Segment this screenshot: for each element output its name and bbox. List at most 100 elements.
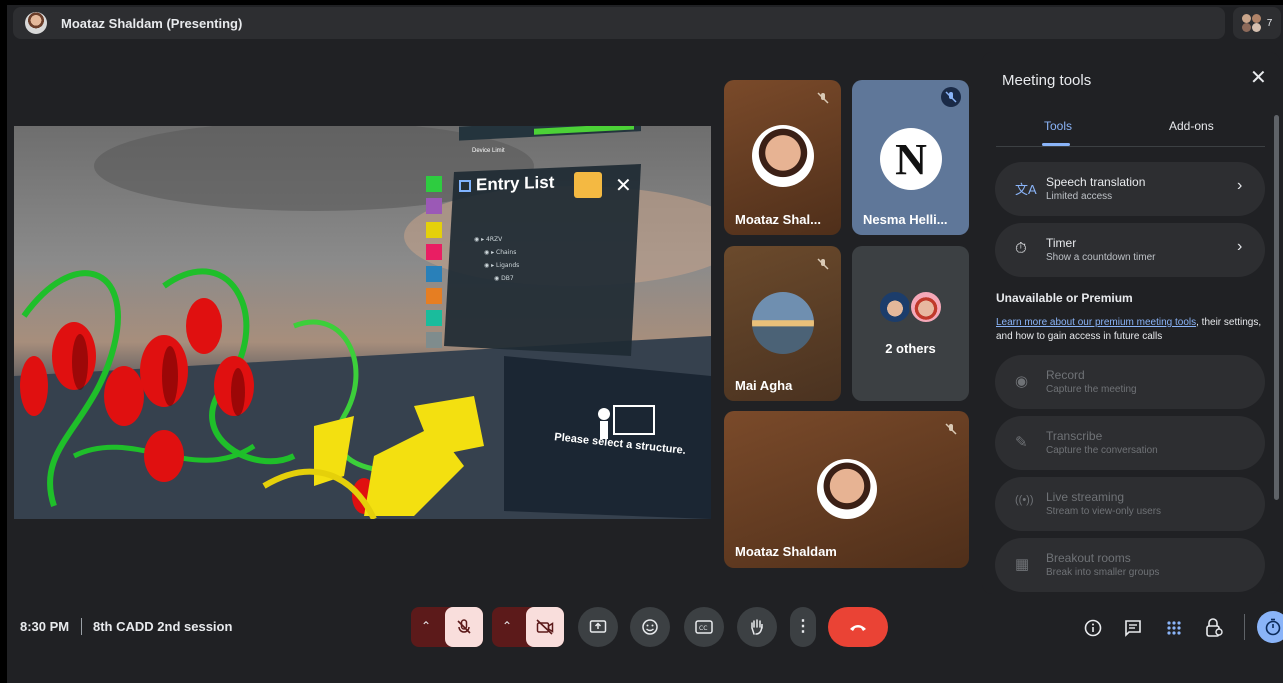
meeting-tools-button[interactable] bbox=[1257, 611, 1283, 643]
camera-off-icon bbox=[536, 619, 554, 635]
chat-button[interactable] bbox=[1122, 617, 1144, 639]
mic-control: ⌃ bbox=[411, 607, 483, 647]
participant-avatar bbox=[817, 459, 877, 519]
record-item: ◉ Record Capture the meeting bbox=[995, 355, 1265, 409]
muted-mic-icon bbox=[813, 254, 833, 274]
speech-translation-button[interactable]: 文A Speech translation Limited access › bbox=[995, 162, 1265, 216]
participant-tile-moataz[interactable]: Moataz Shal... bbox=[724, 80, 841, 235]
camera-toggle-button[interactable] bbox=[526, 607, 564, 647]
participant-name: Nesma Helli... bbox=[863, 212, 948, 227]
presenter-bar: Moataz Shaldam (Presenting) bbox=[13, 7, 1225, 39]
tool-label: Transcribe bbox=[1046, 429, 1103, 443]
meeting-details-button[interactable] bbox=[1082, 617, 1104, 639]
svg-text:◉ DB7: ◉ DB7 bbox=[494, 275, 514, 282]
present-screen-button[interactable] bbox=[578, 607, 618, 647]
info-icon bbox=[1084, 619, 1102, 637]
participant-tile-mai[interactable]: Mai Agha bbox=[724, 246, 841, 401]
svg-text:✕: ✕ bbox=[615, 173, 632, 197]
meeting-tools-panel: Meeting tools ✕ Tools Add-ons 文A Speech … bbox=[982, 52, 1280, 594]
timer-button[interactable]: ⏱ Timer Show a countdown timer › bbox=[995, 223, 1265, 277]
tool-sub: Show a countdown timer bbox=[1046, 252, 1156, 263]
reactions-button[interactable] bbox=[630, 607, 670, 647]
svg-text:CC: CC bbox=[699, 625, 707, 632]
others-avatar-2 bbox=[909, 290, 943, 324]
tab-divider bbox=[996, 146, 1265, 147]
learn-more-text: Learn more about our premium meeting too… bbox=[996, 316, 1266, 344]
apps-grid-icon bbox=[1167, 621, 1181, 635]
participants-button[interactable]: 7 bbox=[1233, 7, 1281, 39]
meet-window: Moataz Shaldam (Presenting) 7 ✕ ◉ ▸ 4RZV… bbox=[7, 5, 1283, 683]
others-avatar-1 bbox=[878, 290, 912, 324]
vr-entry-list-title: Entry List bbox=[476, 172, 555, 195]
chat-icon bbox=[1125, 620, 1141, 637]
leave-call-button[interactable] bbox=[828, 607, 888, 647]
more-vert-icon: ⋮ bbox=[795, 618, 811, 635]
participant-count: 7 bbox=[1266, 17, 1273, 29]
tool-sub: Capture the meeting bbox=[1046, 384, 1137, 395]
chevron-up-icon[interactable]: ⌃ bbox=[502, 619, 512, 633]
more-options-button[interactable]: ⋮ bbox=[790, 607, 816, 647]
host-controls-button[interactable] bbox=[1203, 617, 1225, 639]
divider bbox=[1244, 614, 1245, 640]
tool-label: Speech translation bbox=[1046, 175, 1146, 189]
panel-scrollbar[interactable] bbox=[1274, 115, 1279, 500]
tab-tools[interactable]: Tools bbox=[1044, 119, 1072, 133]
chevron-right-icon: › bbox=[1237, 238, 1243, 255]
participant-name: Moataz Shaldam bbox=[735, 544, 837, 559]
tool-sub: Stream to view-only users bbox=[1046, 506, 1162, 517]
presenter-avatar bbox=[25, 12, 47, 34]
svg-text:◉ ▸ Ligands: ◉ ▸ Ligands bbox=[484, 262, 519, 269]
svg-text:◉ ▸ 4RZV: ◉ ▸ 4RZV bbox=[474, 236, 503, 243]
participant-name: Moataz Shal... bbox=[735, 212, 821, 227]
close-icon[interactable]: ✕ bbox=[1250, 68, 1267, 88]
mic-toggle-button[interactable] bbox=[445, 607, 483, 647]
participant-avatar bbox=[752, 292, 814, 354]
tool-label: Live streaming bbox=[1046, 490, 1125, 504]
translate-icon: 文A bbox=[1015, 182, 1037, 197]
participant-avatar bbox=[752, 125, 814, 187]
timer-icon bbox=[1265, 618, 1281, 636]
learn-more-link[interactable]: Learn more about our premium meeting too… bbox=[996, 317, 1196, 328]
clock: 8:30 PM bbox=[20, 619, 70, 634]
panel-title: Meeting tools bbox=[1002, 72, 1092, 89]
tool-label: Breakout rooms bbox=[1046, 551, 1131, 565]
breakout-icon: ▦ bbox=[1015, 556, 1030, 573]
live-streaming-item: ((•)) Live streaming Stream to view-only… bbox=[995, 477, 1265, 531]
participant-tile-others[interactable]: 2 others bbox=[852, 246, 969, 401]
call-end-icon bbox=[850, 625, 866, 631]
participant-tile-moataz-self[interactable]: Moataz Shaldam bbox=[724, 411, 969, 568]
chevron-up-icon[interactable]: ⌃ bbox=[421, 619, 431, 633]
people-icon bbox=[1241, 14, 1262, 32]
others-label: 2 others bbox=[885, 341, 936, 356]
timer-icon: ⏱ bbox=[1015, 240, 1027, 257]
divider bbox=[81, 618, 82, 635]
live-stream-icon: ((•)) bbox=[1015, 494, 1034, 506]
activities-button[interactable] bbox=[1163, 617, 1185, 639]
tool-sub: Break into smaller groups bbox=[1046, 567, 1160, 578]
tab-add-ons[interactable]: Add-ons bbox=[1169, 119, 1214, 133]
captions-button[interactable]: CC bbox=[684, 607, 724, 647]
raise-hand-button[interactable] bbox=[737, 607, 777, 647]
chevron-right-icon: › bbox=[1237, 177, 1243, 194]
vr-device-label: Device Limit bbox=[472, 148, 505, 154]
tool-label: Timer bbox=[1046, 236, 1077, 250]
breakout-rooms-item: ▦ Breakout rooms Break into smaller grou… bbox=[995, 538, 1265, 592]
participant-name: Mai Agha bbox=[735, 378, 793, 393]
camera-control: ⌃ bbox=[492, 607, 564, 647]
section-title: Unavailable or Premium bbox=[996, 291, 1133, 305]
shared-screen: ✕ ◉ ▸ 4RZV ◉ ▸ Chains ◉ ▸ Ligands ◉ DB7 bbox=[14, 126, 711, 519]
captions-icon: CC bbox=[695, 620, 713, 634]
participant-tile-nesma[interactable]: N Nesma Helli... bbox=[852, 80, 969, 235]
lock-person-icon bbox=[1206, 618, 1223, 637]
transcribe-item: ✎ Transcribe Capture the conversation bbox=[995, 416, 1265, 470]
tool-sub: Limited access bbox=[1046, 191, 1113, 202]
muted-mic-icon bbox=[941, 87, 961, 107]
hand-icon bbox=[751, 619, 763, 635]
muted-mic-icon bbox=[813, 88, 833, 108]
tool-sub: Capture the conversation bbox=[1046, 445, 1158, 456]
participant-avatar: N bbox=[880, 128, 942, 190]
emoji-icon bbox=[642, 619, 658, 635]
svg-text:◉ ▸ Chains: ◉ ▸ Chains bbox=[484, 249, 516, 256]
muted-mic-icon bbox=[941, 419, 961, 439]
meeting-name: 8th CADD 2nd session bbox=[93, 619, 233, 634]
